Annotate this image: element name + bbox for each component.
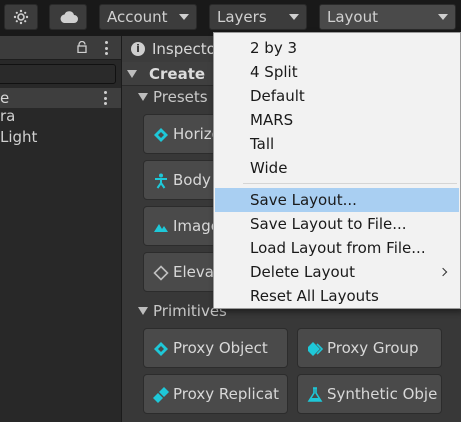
- layout-label: Layout: [327, 8, 378, 26]
- hierarchy-item[interactable]: ra: [0, 106, 15, 126]
- menu-item-4-split[interactable]: 4 Split: [215, 60, 459, 84]
- triangle-down-icon: [138, 307, 148, 315]
- proxy-group-icon: [308, 342, 323, 356]
- presets-title: Presets: [153, 88, 208, 106]
- menu-item-save-layout-to-file[interactable]: Save Layout to File...: [215, 212, 459, 236]
- tab-inspector[interactable]: i Inspecto: [122, 36, 222, 62]
- menu-item-default[interactable]: Default: [215, 84, 459, 108]
- preset-image-button[interactable]: Image: [143, 206, 223, 246]
- menu-item-reset-all-layouts[interactable]: Reset All Layouts: [215, 284, 459, 308]
- menu-item-tall[interactable]: Tall: [215, 132, 459, 156]
- chevron-right-icon: [438, 267, 448, 277]
- inspector-tab-label: Inspecto: [152, 40, 216, 58]
- hierarchy-header: [0, 36, 121, 60]
- chevron-down-icon: [438, 14, 448, 20]
- packages-button[interactable]: [4, 4, 38, 30]
- diamond-icon: [154, 128, 168, 142]
- menu-item-label: Delete Layout: [250, 263, 356, 281]
- hierarchy-item[interactable]: Light: [0, 127, 37, 147]
- proxy-replicator-icon: [153, 387, 169, 403]
- scene-menu-icon[interactable]: [103, 91, 107, 105]
- menu-item-delete-layout[interactable]: Delete Layout: [215, 260, 459, 284]
- proxy-replicator-button[interactable]: Proxy Replicat: [143, 374, 288, 414]
- proxy-group-button[interactable]: Proxy Group: [297, 328, 442, 368]
- flask-icon: [307, 387, 323, 402]
- account-label: Account: [107, 8, 168, 26]
- chevron-down-icon: [179, 14, 189, 20]
- cloud-icon: [60, 11, 78, 23]
- hierarchy-panel: e ra Light: [0, 36, 121, 422]
- proxy-object-button[interactable]: Proxy Object: [143, 328, 288, 368]
- primitive-label: Synthetic Obje: [327, 385, 438, 403]
- scene-row[interactable]: e: [0, 88, 121, 108]
- lock-icon[interactable]: [77, 41, 87, 53]
- menu-item-save-layout[interactable]: Save Layout...: [215, 188, 459, 212]
- triangle-down-icon: [127, 70, 137, 78]
- primitive-label: Proxy Replicat: [173, 385, 280, 403]
- layers-label: Layers: [217, 8, 267, 26]
- preset-elevation-button[interactable]: Eleva: [143, 252, 223, 292]
- primitive-label: Proxy Object: [173, 339, 268, 357]
- more-options-icon[interactable]: [104, 41, 108, 55]
- preset-body-button[interactable]: Body: [143, 160, 223, 200]
- diamond-icon: [154, 342, 168, 356]
- menu-item-mars[interactable]: MARS: [215, 108, 459, 132]
- chevron-down-icon: [289, 14, 299, 20]
- menu-item-wide[interactable]: Wide: [215, 156, 459, 180]
- account-dropdown[interactable]: Account: [99, 4, 197, 30]
- menu-item-2-by-3[interactable]: 2 by 3: [215, 36, 459, 60]
- diamond-outline-icon: [153, 265, 169, 281]
- body-icon: [155, 173, 167, 189]
- menu-separator: [243, 183, 457, 184]
- preset-horizontal-button[interactable]: Horizo: [143, 114, 223, 154]
- menu-item-load-layout-from-file[interactable]: Load Layout from File...: [215, 236, 459, 260]
- triangle-down-icon: [138, 93, 148, 101]
- primitive-label: Proxy Group: [327, 339, 419, 357]
- synthetic-object-button[interactable]: Synthetic Obje: [297, 374, 442, 414]
- hierarchy-search-input[interactable]: [0, 64, 116, 84]
- preset-label: Eleva: [173, 263, 214, 281]
- preset-label: Body: [173, 171, 211, 189]
- gear-icon: [13, 9, 29, 25]
- layout-menu: 2 by 3 4 Split Default MARS Tall Wide Sa…: [213, 32, 461, 309]
- layout-dropdown[interactable]: Layout: [319, 4, 456, 30]
- image-marker-icon: [154, 224, 168, 232]
- scene-label: e: [0, 89, 10, 107]
- cloud-button[interactable]: [49, 4, 87, 30]
- info-icon: i: [131, 42, 145, 56]
- main-toolbar: Account Layers Layout: [0, 0, 461, 36]
- create-title: Create: [149, 65, 206, 83]
- layers-dropdown[interactable]: Layers: [209, 4, 307, 30]
